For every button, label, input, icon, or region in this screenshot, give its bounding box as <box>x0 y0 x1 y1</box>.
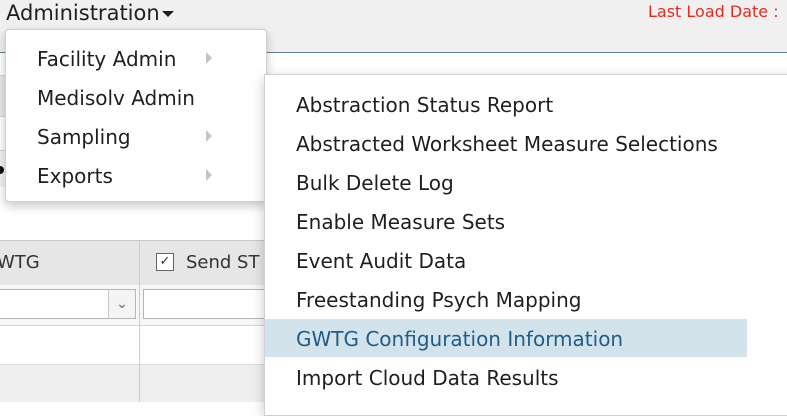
submenu-item-label: Event Audit Data <box>296 249 467 273</box>
chevron-down-icon[interactable]: ⌄ <box>108 290 135 318</box>
submenu-item-gwtg-configuration-information[interactable]: GWTG Configuration Information <box>265 319 747 357</box>
menu-item-exports[interactable]: Exports <box>6 155 266 194</box>
submenu-item-event-audit-data[interactable]: Event Audit Data <box>265 241 747 279</box>
gwtg-filter-select[interactable]: ⌄ <box>0 289 136 319</box>
menu-item-label: Medisolv Admin <box>37 86 195 110</box>
submenu-item-abstracted-worksheet-measure-selections[interactable]: Abstracted Worksheet Measure Selections <box>265 124 747 162</box>
column-header-gwtg[interactable]: WTG <box>0 252 40 273</box>
submenu-item-import-cloud-data-results[interactable]: Import Cloud Data Results <box>265 358 747 396</box>
submenu-item-bulk-delete-log[interactable]: Bulk Delete Log <box>265 163 747 201</box>
send-column-checkbox[interactable]: ✓ <box>156 253 174 271</box>
administration-dropdown: Facility Admin Medisolv Admin Sampling E… <box>5 29 267 202</box>
submenu-item-freestanding-psych-mapping[interactable]: Freestanding Psych Mapping <box>265 280 747 318</box>
caret-down-icon[interactable] <box>161 11 174 17</box>
menu-item-label: Sampling <box>37 125 131 149</box>
chevron-right-icon <box>206 130 212 142</box>
submenu-item-label: Import Cloud Data Results <box>296 366 559 390</box>
submenu-item-label: Bulk Delete Log <box>296 171 454 195</box>
menu-item-sampling[interactable]: Sampling <box>6 116 266 155</box>
submenu-item-label: Freestanding Psych Mapping <box>296 288 582 312</box>
menu-item-label: Exports <box>37 164 113 188</box>
submenu-item-label: Abstraction Status Report <box>296 93 554 117</box>
administration-menu-label[interactable]: Administration <box>6 1 160 25</box>
chevron-right-icon <box>206 52 212 64</box>
submenu-item-label: Abstracted Worksheet Measure Selections <box>296 132 718 156</box>
menu-item-facility-admin[interactable]: Facility Admin <box>6 38 266 77</box>
column-header-send[interactable]: Send ST <box>186 252 259 273</box>
menu-item-label: Facility Admin <box>37 47 177 71</box>
submenu-item-label: GWTG Configuration Information <box>296 327 624 351</box>
column-divider <box>139 240 140 402</box>
submenu-item-abstraction-status-report[interactable]: Abstraction Status Report <box>265 85 747 123</box>
administration-menu[interactable]: Administration <box>6 1 174 25</box>
chevron-right-icon <box>206 169 212 181</box>
last-load-date-label: Last Load Date : <box>648 2 779 21</box>
medisolv-admin-submenu: Abstraction Status Report Abstracted Wor… <box>264 74 787 416</box>
menu-item-medisolv-admin[interactable]: Medisolv Admin <box>6 77 266 116</box>
submenu-item-label: Enable Measure Sets <box>296 210 506 234</box>
send-filter-input[interactable] <box>143 289 270 319</box>
submenu-item-enable-measure-sets[interactable]: Enable Measure Sets <box>265 202 747 240</box>
